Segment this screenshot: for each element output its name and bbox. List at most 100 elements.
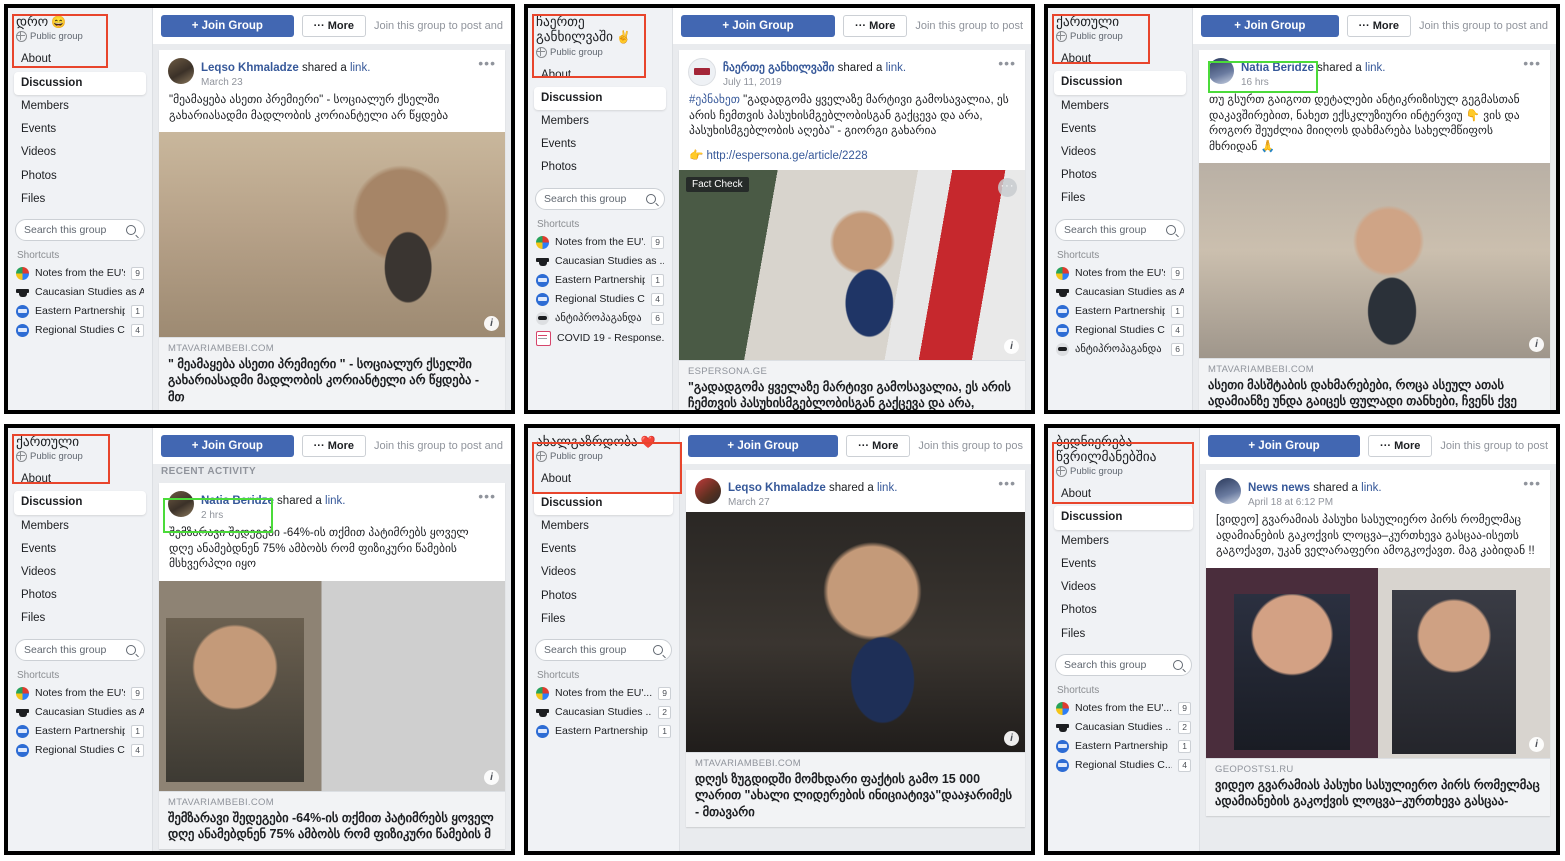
- shortcut-item[interactable]: Regional Studies C... 4: [528, 290, 672, 309]
- image-info-icon[interactable]: i: [1529, 736, 1544, 752]
- sidebar-item-photos[interactable]: Photos: [534, 585, 673, 608]
- link-title[interactable]: "გადადგომა ყველაზე მარტივი გამოსავალია, …: [688, 379, 1016, 410]
- shortcut-item[interactable]: Eastern Partnership 1: [8, 302, 152, 321]
- post-link-word[interactable]: link.: [325, 495, 345, 507]
- sidebar-item-videos[interactable]: Videos: [534, 561, 673, 584]
- sidebar-item-discussion[interactable]: Discussion: [1054, 506, 1193, 530]
- sidebar-item-events[interactable]: Events: [1054, 553, 1193, 576]
- post-timestamp[interactable]: March 27: [728, 497, 1016, 508]
- sidebar-item-files[interactable]: Files: [1054, 623, 1193, 646]
- link-title[interactable]: დღეს ზუგდიდში მომხდარი ფაქტის გამო 15 00…: [695, 771, 1016, 820]
- avatar[interactable]: [168, 491, 194, 517]
- sidebar-item-videos[interactable]: Videos: [1054, 141, 1186, 164]
- shortcut-item[interactable]: Regional Studies Ce... 4: [1048, 321, 1192, 340]
- sidebar-item-members[interactable]: Members: [534, 110, 666, 133]
- sidebar-item-discussion[interactable]: Discussion: [1054, 71, 1186, 95]
- link-preview[interactable]: GEOPOSTS1.RU ვიდეო გვარამიას პასუხი სასულ…: [1206, 757, 1550, 817]
- post-image[interactable]: i: [1206, 567, 1550, 758]
- post-author-name[interactable]: News news: [1248, 482, 1310, 494]
- more-button[interactable]: ··· More: [846, 435, 911, 457]
- post-image[interactable]: i: [1199, 163, 1550, 359]
- join-group-button[interactable]: + Join Group: [161, 15, 294, 37]
- shortcut-item[interactable]: Eastern Partnership 1: [1048, 737, 1199, 756]
- post-link-word[interactable]: link.: [1361, 482, 1381, 494]
- sidebar-item-files[interactable]: Files: [1054, 187, 1186, 210]
- sidebar-item-events[interactable]: Events: [534, 538, 673, 561]
- sidebar-item-members[interactable]: Members: [1054, 95, 1186, 118]
- shortcut-item[interactable]: Notes from the EU's ... 9: [8, 264, 152, 283]
- sidebar-item-about[interactable]: About: [534, 64, 666, 87]
- post-options-icon[interactable]: •••: [478, 56, 496, 70]
- sidebar-item-members[interactable]: Members: [14, 515, 146, 538]
- search-input[interactable]: Search this group: [1055, 218, 1185, 241]
- post-image[interactable]: i: [159, 132, 505, 338]
- avatar[interactable]: [1215, 478, 1241, 504]
- sidebar-item-videos[interactable]: Videos: [1054, 576, 1193, 599]
- more-button[interactable]: ··· More: [301, 15, 366, 37]
- search-input[interactable]: Search this group: [15, 218, 145, 241]
- shortcut-item[interactable]: Regional Studies C... 4: [1048, 756, 1199, 775]
- shortcut-item[interactable]: Notes from the EU'... 9: [528, 684, 679, 703]
- sidebar-item-about[interactable]: About: [14, 48, 146, 71]
- post-image[interactable]: i: [686, 512, 1025, 752]
- sidebar-item-photos[interactable]: Photos: [1054, 599, 1193, 622]
- shortcut-item[interactable]: Caucasian Studies as A...: [8, 703, 152, 722]
- avatar[interactable]: [688, 58, 716, 86]
- sidebar-item-discussion[interactable]: Discussion: [534, 491, 673, 515]
- link-preview[interactable]: MTAVARIAMBEBI.COM " მეამაყება ასეთი პრემი…: [159, 337, 505, 410]
- join-group-button[interactable]: + Join Group: [1201, 15, 1339, 37]
- more-button[interactable]: ··· More: [1346, 15, 1411, 37]
- sidebar-item-events[interactable]: Events: [534, 133, 666, 156]
- sidebar-item-videos[interactable]: Videos: [14, 561, 146, 584]
- link-title[interactable]: ასეთი მასშტაბის დახმარებები, როცა ასეულ …: [1208, 377, 1541, 410]
- avatar[interactable]: [695, 478, 721, 504]
- avatar[interactable]: [168, 58, 194, 84]
- join-group-button[interactable]: + Join Group: [681, 15, 836, 37]
- image-info-icon[interactable]: i: [1004, 731, 1019, 746]
- post-author-name[interactable]: Leqso Khmaladze: [728, 482, 826, 494]
- post-author-name[interactable]: ჩაერთე განხილვაში: [723, 62, 834, 74]
- post-author-name[interactable]: Leqso Khmaladze: [201, 62, 299, 74]
- post-options-icon[interactable]: •••: [998, 56, 1016, 70]
- post-link-word[interactable]: link.: [1365, 62, 1385, 74]
- sidebar-item-members[interactable]: Members: [534, 515, 673, 538]
- link-preview[interactable]: MTAVARIAMBEBI.COM დღეს ზუგდიდში მომხდარი …: [686, 752, 1025, 827]
- link-preview[interactable]: ESPERSONA.GE "გადადგომა ყველაზე მარტივი გ…: [679, 359, 1025, 410]
- sidebar-item-about[interactable]: About: [1054, 483, 1193, 506]
- shortcut-item[interactable]: Notes from the EU's ... 9: [1048, 264, 1192, 283]
- shortcut-item[interactable]: Caucasian Studies ... 2: [528, 703, 679, 722]
- shortcut-item[interactable]: Notes from the EU'... 9: [1048, 699, 1199, 718]
- sidebar-item-files[interactable]: Files: [14, 607, 146, 630]
- shortcut-item[interactable]: Eastern Partnership 1: [8, 722, 152, 741]
- join-group-button[interactable]: + Join Group: [1208, 435, 1361, 457]
- avatar[interactable]: [1208, 58, 1234, 84]
- sidebar-item-photos[interactable]: Photos: [14, 165, 146, 188]
- shortcut-item[interactable]: COVID 19 - Response...: [528, 328, 672, 349]
- shortcut-item[interactable]: ანტიპროპაგანდა 6: [1048, 340, 1192, 359]
- sidebar-item-videos[interactable]: Videos: [14, 141, 146, 164]
- shortcut-item[interactable]: Caucasian Studies as ...: [528, 252, 672, 271]
- image-info-icon[interactable]: i: [1004, 338, 1019, 354]
- shortcut-item[interactable]: Eastern Partnership 1: [528, 722, 679, 741]
- search-input[interactable]: Search this group: [535, 187, 665, 210]
- join-group-button[interactable]: + Join Group: [688, 435, 839, 457]
- sidebar-item-about[interactable]: About: [14, 468, 146, 491]
- sidebar-item-files[interactable]: Files: [14, 188, 146, 211]
- shortcut-item[interactable]: Notes from the EU's ... 9: [8, 684, 152, 703]
- post-options-icon[interactable]: •••: [998, 476, 1016, 490]
- join-group-button[interactable]: + Join Group: [161, 435, 294, 457]
- post-link-word[interactable]: link.: [877, 482, 897, 494]
- post-author-name[interactable]: Natia Beridze: [201, 495, 274, 507]
- sidebar-item-about[interactable]: About: [534, 468, 673, 491]
- post-timestamp[interactable]: April 18 at 6:12 PM: [1248, 497, 1541, 508]
- post-timestamp[interactable]: March 23: [201, 77, 496, 88]
- shortcut-item[interactable]: Caucasian Studies as A...: [1048, 283, 1192, 302]
- sidebar-item-discussion[interactable]: Discussion: [14, 71, 146, 95]
- shortcut-item[interactable]: Notes from the EU'... 9: [528, 233, 672, 252]
- post-image[interactable]: Fact Check ··· i: [679, 169, 1025, 360]
- image-info-icon[interactable]: i: [1529, 337, 1544, 353]
- more-button[interactable]: ··· More: [1368, 435, 1433, 457]
- image-info-icon[interactable]: i: [484, 769, 499, 785]
- post-hashtag[interactable]: #ეპნახეთ: [689, 94, 740, 106]
- shortcut-item[interactable]: Eastern Partnership 1: [1048, 302, 1192, 321]
